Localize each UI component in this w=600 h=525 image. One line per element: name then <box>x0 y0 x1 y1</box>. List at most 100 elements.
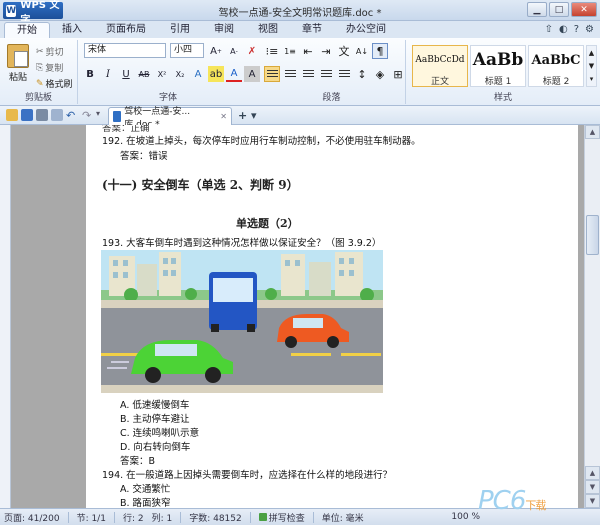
paste-button[interactable]: 粘贴 <box>6 44 30 86</box>
option-c: C. 连续鸣喇叭示意 <box>120 428 200 439</box>
subscript-icon[interactable]: X₂ <box>172 66 188 82</box>
grow-font-icon[interactable]: A + <box>208 43 224 59</box>
arrow-icon[interactable]: ⇧ <box>545 24 553 35</box>
section-heading: (十一) 安全倒车（单选 2、判断 9） <box>102 178 299 192</box>
chinese-layout-icon[interactable]: 文 <box>336 43 352 59</box>
watermark-small: 下载 <box>525 499 546 512</box>
scroll-up-icon[interactable]: ▲ <box>589 49 594 57</box>
option-194-a: A. 交通繁忙 <box>120 484 171 495</box>
zoom-level[interactable]: 100 % <box>451 512 480 522</box>
align-right-icon[interactable] <box>300 66 316 82</box>
text-effect-icon[interactable]: A <box>190 66 206 82</box>
paragraph-group-label: 段落 <box>322 93 341 103</box>
maximize-button[interactable]: □ <box>549 2 569 17</box>
numbered-list-icon[interactable]: 1≡ <box>282 43 298 59</box>
open-icon[interactable] <box>6 109 18 121</box>
cut-button[interactable]: ✂ 剪切 <box>36 45 64 59</box>
copy-icon: ⎘ <box>36 62 44 73</box>
align-center-icon[interactable] <box>282 66 298 82</box>
pc6-watermark: PC6下载 <box>478 486 546 516</box>
status-unit[interactable]: 单位: 毫米 <box>322 511 364 524</box>
styles-scroll[interactable]: ▲ ▼ ▾ <box>586 45 597 87</box>
italic-icon[interactable]: I <box>100 66 116 82</box>
border-icon[interactable]: ⊞ <box>390 66 406 82</box>
status-divider <box>312 511 314 523</box>
tab-close-icon[interactable]: ✕ <box>220 112 227 121</box>
tab-page-layout[interactable]: 页面布局 <box>94 22 158 38</box>
option-194-b: B. 路面狭窄 <box>120 498 171 508</box>
sort-icon[interactable]: A↓ <box>354 43 370 59</box>
styles-group: AaBbCcDd 正文 AaBb 标题 1 AaBbC 标题 2 ▲ ▼ ▾ 样… <box>406 40 600 104</box>
close-button[interactable]: ✕ <box>571 2 597 17</box>
font-size-tools: A + A- ✗ <box>208 43 260 59</box>
style-normal[interactable]: AaBbCcDd 正文 <box>412 45 468 87</box>
clipboard-group: 粘贴 ✂ 剪切 ⎘ 复制 ✎ 格式刷 剪贴板 <box>0 40 78 104</box>
strikethrough-icon[interactable]: AB <box>136 66 152 82</box>
tab-view[interactable]: 视图 <box>246 22 290 38</box>
tab-home[interactable]: 开始 <box>4 22 50 38</box>
spell-check-icon <box>258 512 267 521</box>
font-color-icon[interactable]: A <box>226 66 242 82</box>
format-painter-button[interactable]: ✎ 格式刷 <box>36 77 73 91</box>
document-page[interactable]: 答案：正确 192. 在坡道上掉头，每次停车时应用行车制动控制，不必使用驻车制动… <box>86 125 578 508</box>
help-icon[interactable]: ? <box>574 24 579 35</box>
qat-more-icon[interactable]: ▾ <box>96 109 108 121</box>
scroll-down-arrow-icon[interactable]: ▼ <box>585 494 600 508</box>
minimize-button[interactable]: ▁ <box>527 2 547 17</box>
save-icon[interactable] <box>21 109 33 121</box>
tab-chapter[interactable]: 章节 <box>290 22 334 38</box>
status-words[interactable]: 字数: 48152 <box>189 511 242 524</box>
title-bar: W WPS 文字 驾校一点通-安全文明常识题库.doc * ▁ □ ✕ <box>0 0 600 26</box>
scroll-down-icon[interactable]: ▼ <box>589 62 594 70</box>
tab-review[interactable]: 审阅 <box>202 22 246 38</box>
tab-references[interactable]: 引用 <box>158 22 202 38</box>
superscript-icon[interactable]: X² <box>154 66 170 82</box>
undo-icon[interactable]: ↶ <box>66 109 78 122</box>
print-icon[interactable] <box>36 109 48 121</box>
print-preview-icon[interactable] <box>51 109 63 121</box>
sub-heading: 单选题（2） <box>236 217 299 230</box>
distributed-icon[interactable] <box>336 66 352 82</box>
menu-tabs: 开始 插入 页面布局 引用 审阅 视图 章节 办公空间 ⇧ ◐ ? ⚙ <box>0 21 600 38</box>
show-marks-icon[interactable]: ¶ <box>372 43 388 59</box>
next-page-icon[interactable]: ▼ <box>585 480 600 494</box>
document-icon <box>113 111 122 122</box>
settings-icon[interactable]: ⚙ <box>585 24 594 35</box>
underline-icon[interactable]: U <box>118 66 134 82</box>
highlight-icon[interactable]: ab <box>208 66 224 82</box>
copy-button[interactable]: ⎘ 复制 <box>36 61 63 75</box>
decrease-indent-icon[interactable]: ⇤ <box>300 43 316 59</box>
font-group-label: 字体 <box>158 93 177 103</box>
document-tab[interactable]: 驾校一点通-安...库.doc * ✕ <box>108 107 232 130</box>
status-divider <box>113 511 115 523</box>
redo-icon[interactable]: ↷ <box>82 109 94 122</box>
justify-icon[interactable] <box>318 66 334 82</box>
new-tab-icon[interactable]: + ▾ <box>238 109 257 122</box>
paste-label: 粘贴 <box>8 73 27 83</box>
increase-indent-icon[interactable]: ⇥ <box>318 43 334 59</box>
shading-icon[interactable]: ◈ <box>372 66 388 82</box>
more-styles-icon[interactable]: ▾ <box>590 75 594 83</box>
shrink-font-icon[interactable]: A- <box>226 43 242 59</box>
style-heading1[interactable]: AaBb 标题 1 <box>470 45 526 87</box>
style-heading2-sample: AaBbC <box>531 52 581 68</box>
bold-icon[interactable]: B <box>82 66 98 82</box>
style-normal-sample: AaBbCcDd <box>415 55 465 65</box>
align-left-icon[interactable] <box>264 66 280 82</box>
style-normal-name: 正文 <box>430 77 449 87</box>
font-name-select[interactable]: 宋体 <box>84 43 166 58</box>
scroll-thumb[interactable] <box>586 215 599 255</box>
line-spacing-icon[interactable]: ↕ <box>354 66 370 82</box>
tab-office-space[interactable]: 办公空间 <box>334 22 398 38</box>
scroll-up-arrow-icon[interactable]: ▲ <box>585 125 600 139</box>
window-title: 驾校一点通-安全文明常识题库.doc * <box>218 8 382 19</box>
bullet-list-icon[interactable]: ⁝≡ <box>264 43 280 59</box>
font-size-select[interactable]: 小四 <box>170 43 204 58</box>
spell-check-toggle[interactable]: 拼写检查 <box>258 511 305 524</box>
vertical-scrollbar[interactable]: ▲ ▲ ▼ ▼ <box>584 125 600 508</box>
styles-group-label: 样式 <box>493 93 512 103</box>
tab-insert[interactable]: 插入 <box>50 22 94 38</box>
prev-page-icon[interactable]: ▲ <box>585 466 600 480</box>
style-heading2[interactable]: AaBbC 标题 2 <box>528 45 584 87</box>
palette-icon[interactable]: ◐ <box>559 24 568 35</box>
